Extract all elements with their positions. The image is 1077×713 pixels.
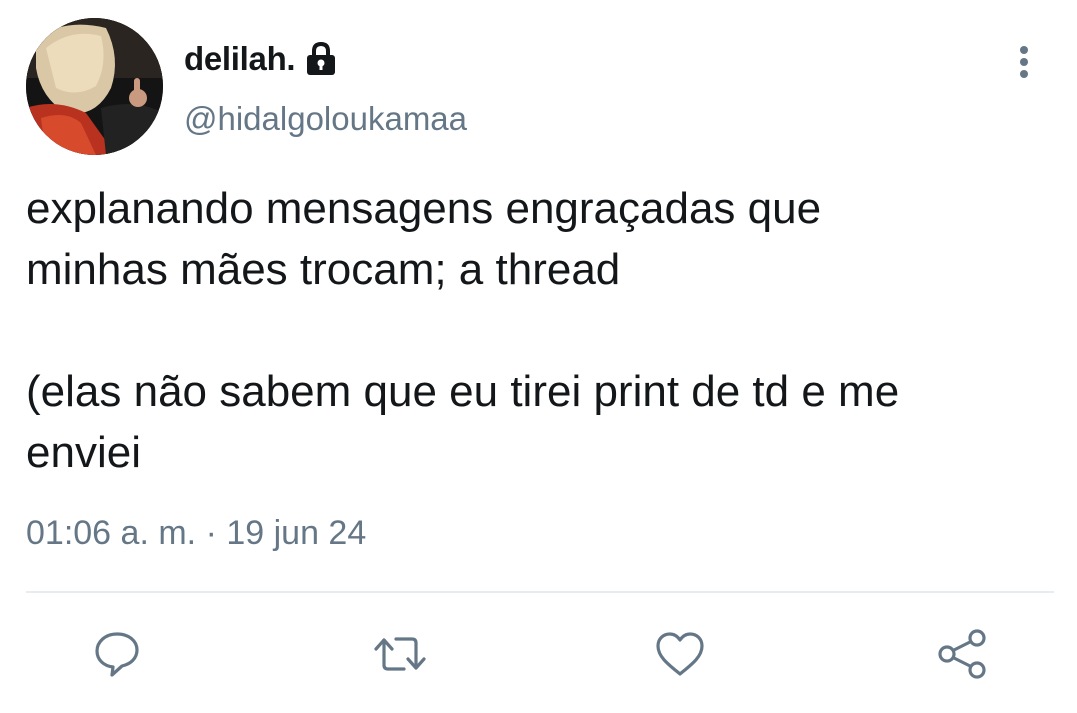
tweet-date: 19 jun 24 <box>226 514 367 552</box>
tweet-timestamp[interactable]: 01:06 a. m. · 19 jun 24 <box>26 514 366 553</box>
action-bar <box>0 622 1077 686</box>
tweet-text: explanando mensagens engraçadas que minh… <box>26 178 1066 483</box>
retweet-button[interactable] <box>368 622 432 686</box>
lock-icon <box>305 41 337 77</box>
display-name[interactable]: delilah. <box>184 40 296 78</box>
share-button[interactable] <box>930 622 994 686</box>
timestamp-separator: · <box>205 514 217 552</box>
divider <box>26 591 1054 593</box>
tweet-line: explanando mensagens engraçadas que <box>26 184 822 233</box>
user-handle[interactable]: @hidalgoloukamaa <box>184 100 467 138</box>
more-dot <box>1020 70 1028 78</box>
speech-bubble-icon <box>95 632 139 677</box>
retweet-arrows-icon <box>374 637 426 671</box>
tweet-line: minhas mães trocam; a thread <box>26 245 621 294</box>
more-options-button[interactable] <box>1006 42 1042 82</box>
like-button[interactable] <box>648 622 712 686</box>
tweet-time: 01:06 a. m. <box>26 514 197 552</box>
heart-icon <box>656 632 704 676</box>
tweet-line: enviei <box>26 428 141 477</box>
more-dot <box>1020 46 1028 54</box>
display-name-row: delilah. <box>184 36 337 82</box>
more-dot <box>1020 58 1028 66</box>
avatar[interactable] <box>26 18 163 155</box>
tweet-line: (elas não sabem que eu tirei print de td… <box>26 367 900 416</box>
share-nodes-icon <box>938 629 986 679</box>
tweet-card: delilah. @hidalgoloukamaa explanando men… <box>0 0 1077 713</box>
avatar-photo <box>26 18 163 155</box>
reply-button[interactable] <box>85 622 149 686</box>
